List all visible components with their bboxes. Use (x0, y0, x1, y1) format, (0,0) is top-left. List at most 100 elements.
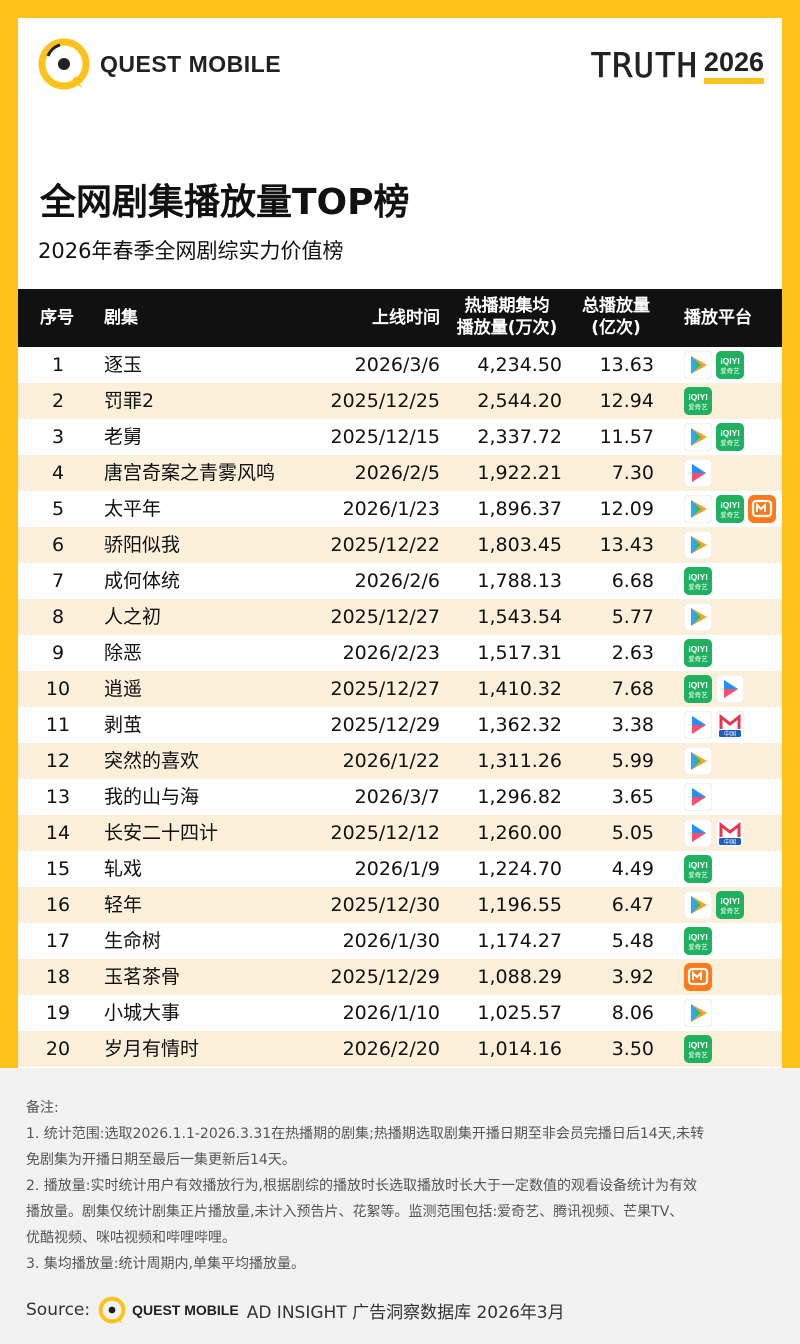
note-line-1: 1. 统计范围:选取2026.1.1-2026.3.31在热播期的剧集;热播期选… (26, 1126, 705, 1142)
platform-cell: iQIYI 爱奇艺 (684, 635, 712, 671)
iqiyi-text-bottom: 爱奇艺 (688, 870, 708, 879)
rank-cell: 20 (45, 1038, 71, 1060)
total-plays-cell: 8.06 (611, 1002, 654, 1024)
table-row: 7 成何体统 2026/2/6 1,788.13 6.68 iQIYI 爱奇艺 (18, 563, 782, 599)
tencent-video-icon (683, 998, 713, 1028)
iqiyi-text-top: iQIYI (688, 644, 707, 654)
rank-cell: 14 (45, 822, 71, 844)
drama-name-cell: 罚罪2 (104, 390, 155, 412)
header-rank: 序号 (40, 308, 74, 328)
iqiyi-text-top: iQIYI (688, 572, 707, 582)
quest-mobile-logo: QUEST MOBILE (38, 36, 281, 92)
avg-plays-cell: 1,803.45 (477, 534, 562, 556)
table-row: 8 人之初 2025/12/27 1,543.54 5.77 (18, 599, 782, 635)
total-plays-cell: 5.77 (611, 606, 654, 628)
header-avg-line1: 热播期集均 (464, 296, 550, 316)
rank-cell: 10 (45, 678, 71, 700)
iqiyi-icon: iQIYI 爱奇艺 (716, 495, 744, 523)
iqiyi-text-bottom: 爱奇艺 (688, 942, 708, 951)
platform-cell (683, 779, 713, 815)
header-total-line2: (亿次) (591, 318, 641, 338)
truth-underline (703, 78, 764, 84)
youku-icon (683, 782, 713, 812)
avg-plays-cell: 1,296.82 (477, 786, 562, 808)
table-row: 6 骄阳似我 2025/12/22 1,803.45 13.43 (18, 527, 782, 563)
rank-cell: 4 (51, 462, 65, 484)
header-total: 总播放量 (亿次) (574, 295, 658, 339)
ranking-card: QUEST MOBILE TRUTH 2026 全网剧集播放量TOP榜 2026… (18, 18, 782, 1068)
iqiyi-text-top: iQIYI (688, 860, 707, 870)
source-line: Source: QUEST MOBILE AD INSIGHT 广告洞察数据库 … (26, 1292, 565, 1328)
platform-cell: 中国 (683, 707, 745, 743)
tencent-video-icon (683, 746, 713, 776)
iqiyi-text-bottom: 爱奇艺 (720, 366, 740, 375)
rank-cell: 2 (51, 390, 65, 412)
iqiyi-text-top: iQIYI (688, 680, 707, 690)
platform-cell (683, 743, 713, 779)
quest-mobile-logo-icon (38, 38, 90, 90)
drama-name-cell: 老舅 (104, 426, 143, 448)
drama-name-cell: 除恶 (104, 642, 143, 664)
total-plays-cell: 13.43 (599, 534, 654, 556)
source-label: Source: (26, 1300, 91, 1320)
drama-name-cell: 长安二十四计 (104, 822, 219, 844)
release-date-cell: 2026/2/23 (342, 642, 440, 664)
platform-cell: iQIYI 爱奇艺 (684, 671, 745, 707)
iqiyi-text-bottom: 爱奇艺 (688, 1050, 708, 1059)
migu-text: 中国 (724, 730, 736, 738)
avg-plays-cell: 1,896.37 (477, 498, 562, 520)
total-plays-cell: 6.47 (611, 894, 654, 916)
avg-plays-cell: 1,025.57 (477, 1002, 562, 1024)
platform-cell: iQIYI 爱奇艺 (683, 887, 744, 923)
avg-plays-cell: 1,311.26 (477, 750, 562, 772)
rank-cell: 6 (51, 534, 65, 556)
source-database: AD INSIGHT 广告洞察数据库 2026年3月 (246, 1302, 565, 1323)
rank-cell: 13 (45, 786, 71, 808)
iqiyi-text-top: iQIYI (688, 932, 707, 942)
release-date-cell: 2026/3/7 (354, 786, 440, 808)
rank-cell: 11 (45, 714, 71, 736)
avg-plays-cell: 1,410.32 (477, 678, 562, 700)
release-date-cell: 2026/2/20 (342, 1038, 440, 1060)
rank-cell: 15 (45, 858, 71, 880)
tencent-video-icon (683, 422, 713, 452)
iqiyi-text-bottom: 爱奇艺 (688, 690, 708, 699)
release-date-cell: 2025/12/12 (330, 822, 440, 844)
rank-cell: 17 (45, 930, 71, 952)
iqiyi-icon: iQIYI 爱奇艺 (684, 675, 712, 703)
iqiyi-icon: iQIYI 爱奇艺 (716, 891, 744, 919)
table-row: 9 除恶 2026/2/23 1,517.31 2.63 iQIYI 爱奇艺 (18, 635, 782, 671)
total-plays-cell: 5.99 (611, 750, 654, 772)
table-row: 12 突然的喜欢 2026/1/22 1,311.26 5.99 (18, 743, 782, 779)
iqiyi-text-bottom: 爱奇艺 (720, 906, 740, 915)
migu-icon: 中国 (715, 818, 745, 848)
drama-name-cell: 突然的喜欢 (104, 750, 200, 772)
table-row: 17 生命树 2026/1/30 1,174.27 5.48 iQIYI 爱奇艺 (18, 923, 782, 959)
platform-cell: iQIYI 爱奇艺 (683, 491, 776, 527)
release-date-cell: 2025/12/15 (330, 426, 440, 448)
note-line-4: 播放量。剧集仅统计剧集正片播放量,未计入预告片、花絮等。监测范围包括:爱奇艺、腾… (26, 1204, 684, 1220)
iqiyi-text-bottom: 爱奇艺 (720, 510, 740, 519)
youku-icon (683, 458, 713, 488)
iqiyi-icon: iQIYI 爱奇艺 (684, 927, 712, 955)
truth-year: 2026 (703, 47, 764, 77)
avg-plays-cell: 1,788.13 (477, 570, 562, 592)
drama-name-cell: 骄阳似我 (104, 534, 181, 556)
header-platform: 播放平台 (684, 308, 752, 328)
total-plays-cell: 7.30 (611, 462, 654, 484)
note-heading: 备注: (26, 1100, 59, 1116)
total-plays-cell: 12.09 (599, 498, 654, 520)
table-body: 1 逐玉 2026/3/6 4,234.50 13.63 iQIYI 爱奇艺 2 罚罪2 2025… (18, 347, 782, 1067)
rank-cell: 16 (45, 894, 71, 916)
iqiyi-text-bottom: 爱奇艺 (688, 654, 708, 663)
release-date-cell: 2026/3/6 (354, 354, 440, 376)
mgtv-icon (748, 495, 776, 523)
avg-plays-cell: 1,260.00 (477, 822, 562, 844)
table-row: 16 轻年 2025/12/30 1,196.55 6.47 iQIYI 爱奇艺 (18, 887, 782, 923)
iqiyi-text-top: iQIYI (688, 1040, 707, 1050)
release-date-cell: 2025/12/22 (330, 534, 440, 556)
platform-cell (683, 527, 713, 563)
release-date-cell: 2025/12/27 (330, 606, 440, 628)
drama-name-cell: 轧戏 (104, 858, 143, 880)
total-plays-cell: 5.05 (611, 822, 654, 844)
